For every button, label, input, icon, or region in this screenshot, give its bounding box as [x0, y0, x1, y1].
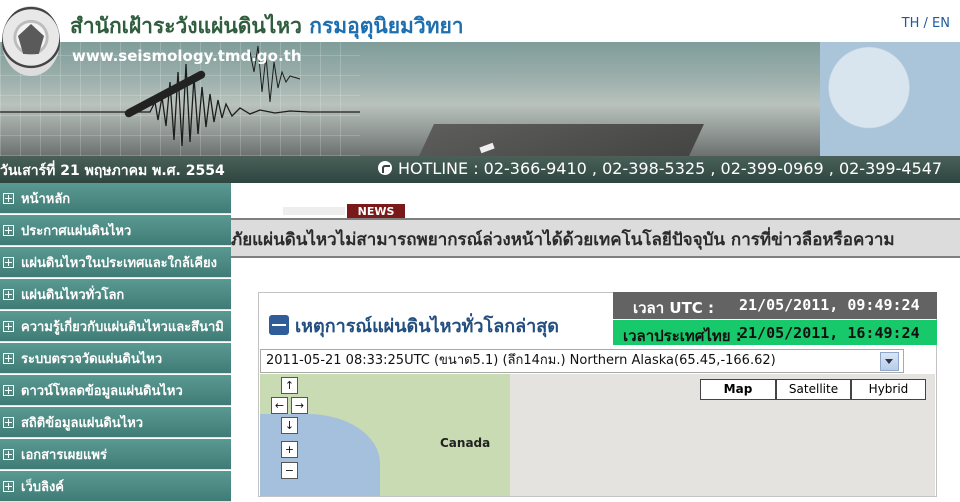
map-type-map-button[interactable]: Map	[700, 379, 776, 400]
sidebar-item-label: แผ่นดินไหวทั่วโลก	[21, 287, 125, 303]
thai-time-value: 21/05/2011, 16:49:24	[739, 324, 920, 342]
latest-quake-panel: เหตุการณ์แผ่นดินไหวทั่วโลกล่าสุด เวลา UT…	[258, 292, 937, 497]
sidebar-item-label: หน้าหลัก	[21, 191, 71, 207]
hotline-numbers: HOTLINE : 02-366-9410 , 02-398-5325 , 02…	[398, 159, 943, 178]
plus-box-icon	[3, 320, 14, 332]
zoom-out-button[interactable]: −	[281, 462, 298, 479]
pan-up-button[interactable]: ↑	[281, 377, 298, 394]
sidebar-item-publications[interactable]: เอกสารเผยแพร่	[0, 439, 231, 470]
sidebar-item-statistics[interactable]: สถิติข้อมูลแผ่นดินไหว	[0, 407, 231, 438]
sidebar-item-world-quakes[interactable]: แผ่นดินไหวทั่วโลก	[0, 279, 231, 310]
sidebar-item-home[interactable]: หน้าหลัก	[0, 183, 231, 214]
thai-time-box: เวลาประเทศไทย : 21/05/2011, 16:49:24	[613, 320, 937, 345]
news-ticker-text: ภัยแผ่นดินไหวไม่สามารถพยากรณ์ล่วงหน้าได้…	[231, 230, 895, 250]
site-title-dept: กรมอุตุนิยมวิทยา	[309, 14, 464, 38]
utc-time-value: 21/05/2011, 09:49:24	[739, 296, 920, 314]
sidebar-item-label: เว็บลิงค์	[21, 479, 65, 495]
sidebar-item-weblinks[interactable]: เว็บลิงค์	[0, 471, 231, 502]
plus-box-icon	[3, 288, 14, 300]
map-type-hybrid-button[interactable]: Hybrid	[851, 379, 926, 400]
plus-box-icon	[3, 448, 14, 460]
sidebar-item-label: ดาวน์โหลดข้อมูลแผ่นดินไหว	[21, 383, 183, 399]
utc-time-box: เวลา UTC : 21/05/2011, 09:49:24	[613, 292, 937, 319]
panel-title: เหตุการณ์แผ่นดินไหวทั่วโลกล่าสุด	[269, 311, 559, 340]
date-hotline-bar: วันเสาร์ที่ 21 พฤษภาคม พ.ศ. 2554 HOTLINE…	[0, 156, 960, 183]
sidebar-item-local-quakes[interactable]: แผ่นดินไหวในประเทศและใกล้เคียง	[0, 247, 231, 278]
zoom-in-button[interactable]: +	[281, 441, 298, 458]
lang-th-link[interactable]: TH	[902, 16, 920, 31]
sidebar-item-monitoring[interactable]: ระบบตรวจวัดแผ่นดินไหว	[0, 343, 231, 374]
lang-separator: /	[923, 16, 928, 31]
news-header-faded	[283, 207, 345, 215]
map-label-canada: Canada	[440, 436, 491, 450]
hotline-text: HOTLINE : 02-366-9410 , 02-398-5325 , 02…	[378, 159, 942, 178]
seismograph-icon	[269, 315, 289, 335]
plus-box-icon	[3, 224, 14, 236]
quake-map[interactable]: Canada ↑ ← → ↓ + − Map Satellite Hybrid	[260, 374, 935, 496]
panel-title-text: เหตุการณ์แผ่นดินไหวทั่วโลกล่าสุด	[295, 316, 559, 337]
sidebar-item-label: ประกาศแผ่นดินไหว	[21, 223, 132, 239]
site-header: สำนักเฝ้าระวังแผ่นดินไหว กรมอุตุนิยมวิทย…	[0, 0, 960, 183]
language-switcher: TH / EN	[902, 16, 950, 31]
pan-right-button[interactable]: →	[291, 397, 308, 414]
chevron-down-icon[interactable]	[880, 352, 899, 371]
sidebar-item-label: แผ่นดินไหวในประเทศและใกล้เคียง	[21, 255, 217, 271]
sidebar-item-label: สถิติข้อมูลแผ่นดินไหว	[21, 415, 144, 431]
utc-time-label: เวลา UTC :	[633, 299, 715, 317]
logo-emblem	[18, 24, 44, 54]
site-url: www.seismology.tmd.go.th	[72, 47, 302, 65]
map-type-satellite-button[interactable]: Satellite	[776, 379, 851, 400]
title-bar: สำนักเฝ้าระวังแผ่นดินไหว กรมอุตุนิยมวิทย…	[0, 0, 960, 42]
thai-time-label: เวลาประเทศไทย :	[623, 327, 742, 345]
lang-en-link[interactable]: EN	[932, 16, 950, 31]
site-title-main: สำนักเฝ้าระวังแผ่นดินไหว	[70, 14, 302, 38]
news-badge: NEWS	[347, 204, 405, 219]
pan-left-button[interactable]: ←	[271, 397, 288, 414]
plus-box-icon	[3, 384, 14, 396]
sidebar-item-label: เอกสารเผยแพร่	[21, 447, 107, 463]
news-ticker[interactable]: ภัยแผ่นดินไหวไม่สามารถพยากรณ์ล่วงหน้าได้…	[231, 218, 960, 258]
tmd-logo[interactable]	[2, 6, 60, 76]
sidebar-item-label: ระบบตรวจวัดแผ่นดินไหว	[21, 351, 163, 367]
plus-box-icon	[3, 192, 14, 204]
phone-icon	[378, 161, 392, 175]
sidebar-item-download[interactable]: ดาวน์โหลดข้อมูลแผ่นดินไหว	[0, 375, 231, 406]
sidebar-item-label: ความรู้เกี่ยวกับแผ่นดินไหวและสึนามิ	[21, 319, 224, 335]
site-title[interactable]: สำนักเฝ้าระวังแผ่นดินไหว กรมอุตุนิยมวิทย…	[70, 10, 464, 43]
plus-box-icon	[3, 480, 14, 492]
pan-down-button[interactable]: ↓	[281, 417, 298, 434]
sidebar-nav: หน้าหลัก ประกาศแผ่นดินไหว แผ่นดินไหวในปร…	[0, 183, 231, 502]
sidebar-item-announcements[interactable]: ประกาศแผ่นดินไหว	[0, 215, 231, 246]
current-date: วันเสาร์ที่ 21 พฤษภาคม พ.ศ. 2554	[0, 163, 225, 179]
sidebar-item-knowledge[interactable]: ความรู้เกี่ยวกับแผ่นดินไหวและสึนามิ	[0, 311, 231, 342]
quake-event-select[interactable]: 2011-05-21 08:33:25UTC (ขนาด5.1) (ลึก14ก…	[260, 349, 904, 373]
plus-box-icon	[3, 416, 14, 428]
plus-box-icon	[3, 352, 14, 364]
asia-map-image	[820, 42, 960, 156]
plus-box-icon	[3, 256, 14, 268]
